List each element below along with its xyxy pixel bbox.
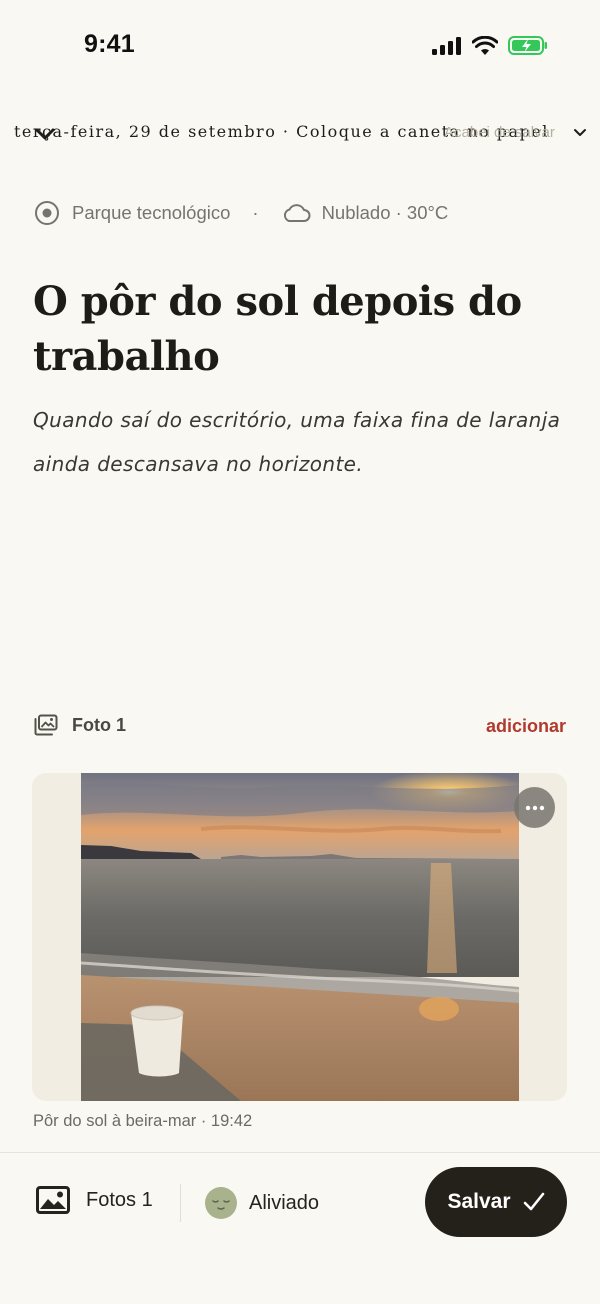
photo-more-button[interactable] (514, 787, 555, 828)
mood-button[interactable]: Aliviado (205, 1187, 319, 1219)
photo-card[interactable] (32, 773, 567, 1101)
signal-icon (432, 36, 461, 55)
cloud-icon (283, 204, 310, 222)
photos-button-label: Fotos 1 (86, 1188, 153, 1211)
photo-count-label: Foto 1 (72, 714, 126, 735)
battery-icon (508, 36, 547, 55)
status-icons (432, 36, 548, 55)
mood-label: Aliviado (249, 1191, 320, 1214)
chevron-down-icon[interactable] (573, 128, 587, 138)
save-button[interactable]: Salvar (425, 1167, 567, 1237)
image-icon (36, 1186, 70, 1214)
toolbar-divider (0, 1152, 600, 1153)
location-icon (35, 201, 59, 225)
photo-caption[interactable]: Pôr do sol à beira-mar · 19:42 (33, 1112, 252, 1131)
entry-title[interactable]: O pôr do sol depois do trabalho (33, 274, 573, 384)
checkmark-icon (523, 1192, 544, 1211)
sunset-photo[interactable] (81, 773, 519, 1101)
status-time: 9:41 (84, 30, 135, 58)
location-label[interactable]: Parque tecnológico (72, 202, 230, 224)
entry-meta: Parque tecnológico · Nublado · 30°C (34, 200, 448, 226)
chevron-down-icon[interactable] (34, 126, 56, 142)
photo-section-header: Foto 1 (34, 714, 126, 736)
save-status: Acabei de salvar (444, 124, 555, 141)
save-button-label: Salvar (447, 1190, 511, 1213)
meta-separator: · (252, 202, 259, 223)
mood-icon (205, 1187, 237, 1219)
photos-button[interactable]: Fotos 1 (36, 1186, 153, 1214)
toolbar-separator (180, 1184, 181, 1222)
more-icon (525, 805, 544, 810)
entry-body[interactable]: Quando saí do escritório, uma faixa fina… (33, 398, 573, 486)
add-photo-link[interactable]: adicionar (486, 716, 566, 737)
wifi-icon (472, 36, 498, 55)
photos-icon (34, 714, 58, 736)
weather-label[interactable]: Nublado · 30°C (322, 202, 449, 224)
